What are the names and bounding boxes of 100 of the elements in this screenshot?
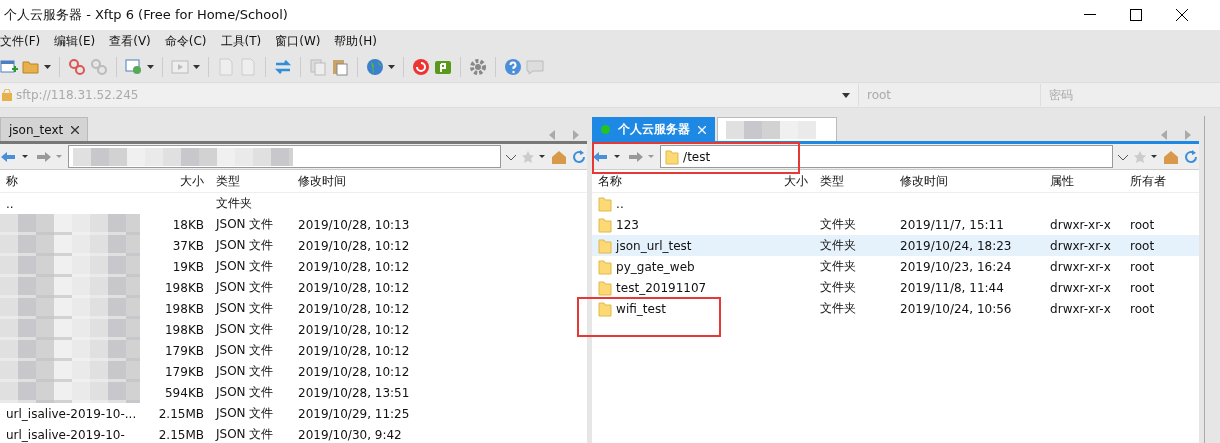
- menu-item[interactable]: 查看(V): [109, 32, 159, 50]
- file-size: 18KB: [171, 217, 205, 232]
- modified-time: 2019/10/30, 9:42: [297, 427, 403, 442]
- file-type: JSON 文件: [214, 258, 275, 275]
- star-icon[interactable]: [521, 149, 548, 164]
- modified-time: 2019/10/28, 10:12: [297, 238, 411, 253]
- modified-time: 2019/10/28, 10:12: [297, 259, 411, 274]
- file-row[interactable]: test_20191107 文件夹 2019/11/8, 11:44 drwxr-xr-x root: [592, 277, 1200, 298]
- column-header[interactable]: 大小: [739, 172, 815, 190]
- file-size: 2.15MB: [157, 427, 205, 442]
- file-size: 19KB: [171, 259, 205, 274]
- file-row[interactable]: json_url_test 文件夹 2019/10/24, 18:23 drwxr-xr-x root: [592, 235, 1200, 256]
- tab[interactable]: [717, 117, 838, 141]
- dropdown-icon[interactable]: [842, 92, 850, 98]
- path-field[interactable]: [68, 145, 502, 168]
- modified-time: 2019/10/23, 16:24: [899, 259, 1013, 274]
- menu-item[interactable]: 命令(C): [164, 32, 215, 50]
- close-icon[interactable]: [1176, 9, 1188, 21]
- dropdown-icon[interactable]: [193, 65, 200, 69]
- file-row[interactable]: 123 文件夹 2019/11/7, 15:11 drwxr-xr-x root: [592, 214, 1200, 235]
- modified-time: 2019/10/24, 18:23: [899, 238, 1013, 253]
- file-row[interactable]: py_gate_web 文件夹 2019/10/23, 16:24 drwxr-xr-x root: [592, 256, 1200, 277]
- minimize-icon[interactable]: [1084, 14, 1096, 16]
- refresh-icon[interactable]: [571, 148, 588, 165]
- back-icon[interactable]: [0, 149, 30, 164]
- home-icon[interactable]: [1163, 149, 1180, 164]
- file-size: 179KB: [164, 343, 205, 358]
- menu-item[interactable]: 文件(F): [0, 32, 49, 50]
- column-header[interactable]: 类型: [210, 172, 292, 190]
- modified-time: 2019/10/28, 10:12: [297, 280, 411, 295]
- file-type: JSON 文件: [214, 405, 275, 422]
- modified-time: 2019/11/7, 15:11: [899, 217, 1005, 232]
- menu-item[interactable]: 编辑(E): [54, 32, 104, 50]
- transfer-icon[interactable]: [274, 58, 292, 76]
- column-header[interactable]: 称: [0, 172, 150, 190]
- folder-icon: [598, 237, 613, 254]
- file-type: JSON 文件: [214, 426, 275, 443]
- tab[interactable]: json_text: [0, 117, 89, 141]
- menu-item[interactable]: 帮助(H): [334, 32, 385, 50]
- column-header[interactable]: 属性: [1044, 172, 1125, 190]
- back-icon[interactable]: [592, 149, 623, 164]
- column-header[interactable]: 所有者: [1124, 172, 1200, 190]
- file-type: 文件夹: [819, 237, 858, 254]
- lock-icon: [2, 89, 12, 101]
- copy-icon[interactable]: [309, 58, 327, 76]
- file-row[interactable]: ..: [592, 193, 1200, 214]
- column-header[interactable]: 修改时间: [292, 172, 440, 190]
- column-header[interactable]: 名称: [592, 172, 740, 190]
- file-attributes: drwxr-xr-x: [1049, 238, 1112, 253]
- file-attributes: drwxr-xr-x: [1049, 301, 1112, 316]
- file-name: wifi_test: [616, 301, 666, 316]
- forward-icon[interactable]: [626, 149, 657, 164]
- disconnect-icon[interactable]: [68, 58, 86, 76]
- star-icon[interactable]: [1133, 149, 1160, 164]
- folder-icon: [598, 216, 613, 233]
- help-icon[interactable]: [504, 58, 522, 76]
- app-icon[interactable]: [434, 58, 452, 76]
- close-tab-icon[interactable]: [71, 125, 80, 134]
- file-attributes: drwxr-xr-x: [1049, 259, 1112, 274]
- file-type: JSON 文件: [214, 321, 275, 338]
- file-name[interactable]: ..: [0, 196, 150, 211]
- file-owner: root: [1129, 238, 1156, 253]
- file-owner: root: [1129, 280, 1156, 295]
- dropdown-icon[interactable]: [388, 65, 395, 69]
- menu-item[interactable]: 窗口(W): [275, 32, 329, 50]
- column-header[interactable]: 修改时间: [894, 172, 1045, 190]
- new-session-icon[interactable]: [0, 58, 18, 76]
- modified-time: 2019/11/8, 11:44: [899, 280, 1005, 295]
- file-name[interactable]: url_isalive-2019-10-: [0, 427, 150, 442]
- paste-icon[interactable]: [331, 58, 349, 76]
- folder-icon: [598, 300, 613, 317]
- refresh-icon[interactable]: [1183, 148, 1200, 165]
- maximize-icon[interactable]: [1130, 9, 1142, 21]
- file-type: JSON 文件: [214, 237, 275, 254]
- dropdown-icon[interactable]: [147, 65, 154, 69]
- menu-item[interactable]: 工具(T): [220, 32, 270, 50]
- settings-icon[interactable]: [469, 58, 487, 76]
- modified-time: 2019/10/24, 10:56: [899, 301, 1013, 316]
- forward-icon[interactable]: [34, 149, 64, 164]
- tab[interactable]: 个人云服务器: [592, 117, 716, 141]
- file-owner: root: [1129, 217, 1156, 232]
- home-icon[interactable]: [551, 149, 568, 164]
- dropdown-icon[interactable]: [44, 65, 51, 69]
- file-size: 198KB: [164, 301, 205, 316]
- file-name[interactable]: url_isalive-2019-10-...: [0, 406, 150, 421]
- file-row[interactable]: wifi_test 文件夹 2019/10/24, 10:56 drwxr-xr-x root: [592, 298, 1200, 319]
- modified-time: 2019/10/28, 10:12: [297, 364, 411, 379]
- folder-icon: [598, 279, 613, 296]
- path-field[interactable]: /test: [660, 145, 1114, 168]
- file-owner: root: [1129, 301, 1156, 316]
- file-name: ..: [616, 196, 624, 211]
- file-type: JSON 文件: [214, 342, 275, 359]
- file-name: py_gate_web: [616, 259, 695, 274]
- swirl-icon[interactable]: [412, 58, 430, 76]
- column-header[interactable]: 类型: [814, 172, 895, 190]
- link-icon[interactable]: [90, 58, 108, 76]
- column-header[interactable]: 大小: [150, 172, 210, 190]
- file-type: JSON 文件: [214, 363, 275, 380]
- file-owner: root: [1129, 259, 1156, 274]
- file-attributes: drwxr-xr-x: [1049, 217, 1112, 232]
